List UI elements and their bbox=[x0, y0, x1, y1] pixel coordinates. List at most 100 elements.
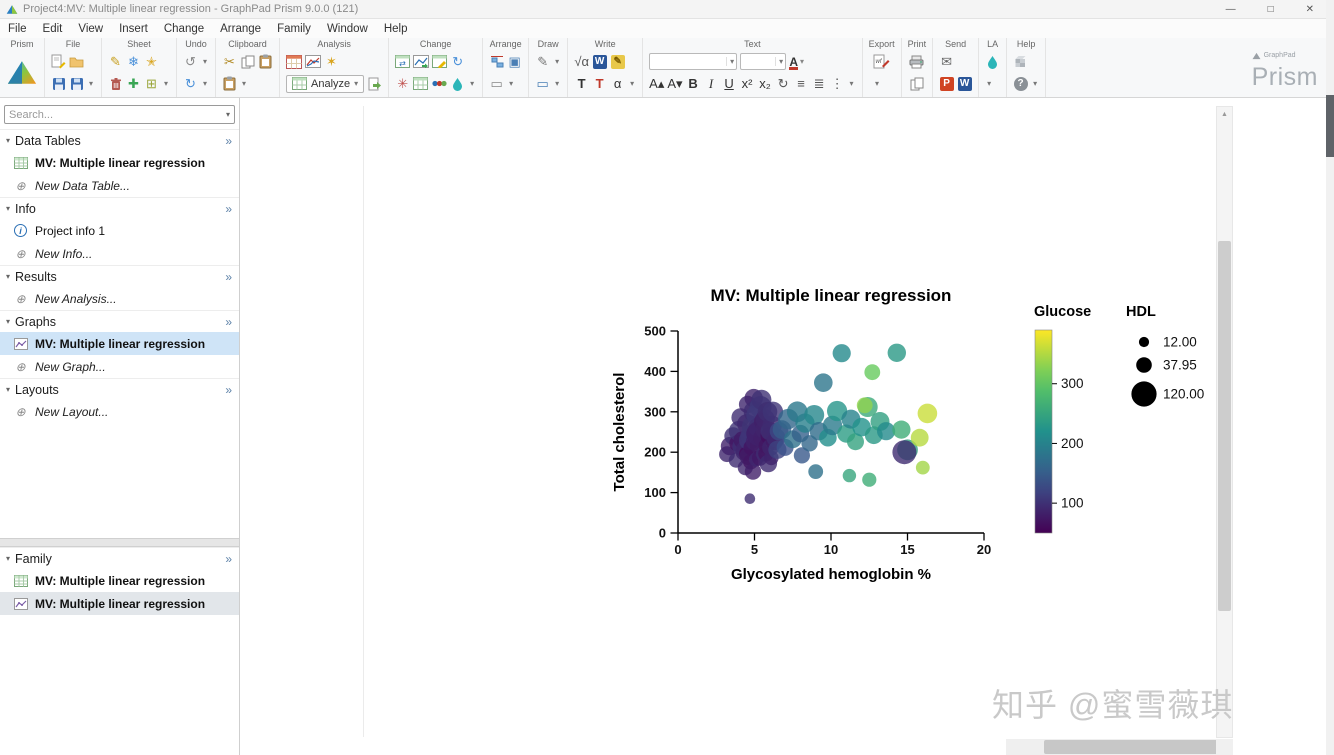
la-menu-icon[interactable]: ▾ bbox=[985, 74, 993, 93]
data-point[interactable] bbox=[744, 493, 756, 504]
family-splitter[interactable] bbox=[0, 538, 239, 547]
xy-analysis-icon[interactable] bbox=[305, 52, 321, 71]
text-box-icon[interactable]: T bbox=[592, 74, 607, 93]
symbols-icon[interactable] bbox=[431, 74, 447, 93]
maximize-button[interactable]: □ bbox=[1268, 4, 1274, 15]
analyze-button[interactable]: Analyze ▾ bbox=[286, 74, 365, 93]
labarchives-icon[interactable] bbox=[985, 52, 1000, 71]
draw-menu-icon[interactable]: ▾ bbox=[553, 52, 561, 71]
star-sheet-icon[interactable]: ✭ bbox=[144, 52, 159, 71]
exclude-sheet-icon[interactable]: ⊞ bbox=[144, 74, 159, 93]
sidebar-item[interactable]: ⊕ New Graph... bbox=[0, 355, 239, 378]
paste-icon[interactable] bbox=[258, 52, 273, 71]
powerpoint-icon[interactable]: P bbox=[939, 74, 954, 93]
collapse-icon[interactable]: ▾ bbox=[6, 136, 10, 145]
graph-svg[interactable]: 0 100 200 300 400 500 0 5 10 15 20 MV: Multiple lin… bbox=[598, 280, 1238, 610]
menu-family[interactable]: Family bbox=[269, 21, 319, 37]
draw-tool-icon[interactable]: ✎ bbox=[535, 52, 550, 71]
sidebar-section-layouts[interactable]: ▾ Layouts » bbox=[0, 378, 239, 400]
close-button[interactable]: ✕ bbox=[1306, 4, 1314, 15]
data-point[interactable] bbox=[832, 344, 851, 363]
increase-font-button[interactable]: A▴ bbox=[649, 74, 664, 93]
arrange-menu-icon[interactable]: ▾ bbox=[507, 74, 515, 93]
clipboard-menu-icon[interactable]: ▾ bbox=[240, 74, 248, 93]
collapse-icon[interactable]: ▾ bbox=[6, 385, 10, 394]
sidebar-item[interactable]: i Project info 1 bbox=[0, 219, 239, 242]
collapse-icon[interactable]: ▾ bbox=[6, 554, 10, 563]
sidebar-section-graphs[interactable]: ▾ Graphs » bbox=[0, 310, 239, 332]
collapse-icon[interactable]: ▾ bbox=[6, 317, 10, 326]
menu-help[interactable]: Help bbox=[376, 21, 416, 37]
email-icon[interactable]: ✉ bbox=[939, 52, 954, 71]
vertical-scroll-thumb[interactable] bbox=[1218, 241, 1231, 611]
sheet-menu-icon[interactable]: ▾ bbox=[162, 74, 170, 93]
font-color-button[interactable]: A ▾ bbox=[789, 52, 804, 71]
save-as-icon[interactable] bbox=[69, 74, 84, 93]
copy-icon[interactable] bbox=[240, 52, 255, 71]
write-menu-icon[interactable]: ▾ bbox=[628, 74, 636, 93]
search-input[interactable] bbox=[9, 108, 223, 121]
word-icon[interactable]: W bbox=[957, 74, 972, 93]
file-menu-icon[interactable]: ▾ bbox=[87, 74, 95, 93]
sidebar-item[interactable]: MV: Multiple linear regression bbox=[0, 592, 239, 615]
line-spacing-button[interactable]: ≣ bbox=[812, 74, 827, 93]
data-point[interactable] bbox=[910, 428, 929, 447]
text-tool-icon[interactable]: T bbox=[574, 74, 589, 93]
align-text-button[interactable]: ≡ bbox=[794, 74, 809, 93]
search-box[interactable]: ▾ bbox=[4, 105, 235, 124]
minimize-button[interactable]: — bbox=[1226, 4, 1236, 15]
export-icon[interactable]: wf bbox=[873, 52, 890, 71]
list-button[interactable]: ⋮ bbox=[830, 74, 845, 93]
expand-icon[interactable]: » bbox=[225, 134, 232, 148]
transpose-icon[interactable] bbox=[413, 74, 429, 93]
data-point[interactable] bbox=[864, 364, 881, 381]
collapse-icon[interactable]: ▾ bbox=[6, 272, 10, 281]
send-back-icon[interactable]: ▭ bbox=[489, 74, 504, 93]
rename-sheet-icon[interactable]: ✎ bbox=[108, 52, 123, 71]
new-file-icon[interactable] bbox=[51, 52, 66, 71]
superscript-button[interactable]: x² bbox=[740, 74, 755, 93]
horizontal-scrollbar[interactable] bbox=[1006, 739, 1233, 755]
menu-change[interactable]: Change bbox=[156, 21, 212, 37]
font-family-select[interactable]: ▾ bbox=[649, 53, 738, 70]
data-point[interactable] bbox=[917, 403, 938, 424]
data-point[interactable] bbox=[915, 460, 930, 475]
new-analysis-table-icon[interactable] bbox=[286, 52, 302, 71]
equation-icon[interactable]: √α bbox=[574, 52, 589, 71]
expand-icon[interactable]: » bbox=[225, 383, 232, 397]
menu-arrange[interactable]: Arrange bbox=[212, 21, 269, 37]
update-icon[interactable]: ↻ bbox=[450, 52, 465, 71]
sidebar-section-family[interactable]: ▾ Family » bbox=[0, 547, 239, 569]
edit-table-icon[interactable] bbox=[432, 52, 448, 71]
change-graph-type-icon[interactable] bbox=[413, 52, 430, 71]
page-scroll-thumb[interactable] bbox=[1326, 95, 1334, 157]
sidebar-item[interactable]: MV: Multiple linear regression bbox=[0, 151, 239, 174]
sidebar-section-results[interactable]: ▾ Results » bbox=[0, 265, 239, 287]
new-sheet-icon[interactable]: ✚ bbox=[126, 74, 141, 93]
color-scheme-icon[interactable] bbox=[450, 74, 465, 93]
help-icon[interactable]: ? bbox=[1013, 74, 1028, 93]
shape-tool-icon[interactable]: ▭ bbox=[535, 74, 550, 93]
word-export-icon[interactable]: W bbox=[592, 52, 607, 71]
prism-logo-icon[interactable] bbox=[6, 61, 38, 84]
expand-icon[interactable]: » bbox=[225, 552, 232, 566]
sidebar-section-info[interactable]: ▾ Info » bbox=[0, 197, 239, 219]
expand-icon[interactable]: » bbox=[225, 315, 232, 329]
data-point[interactable] bbox=[842, 468, 857, 483]
collapse-icon[interactable]: ▾ bbox=[6, 204, 10, 213]
align-objects-icon[interactable] bbox=[489, 52, 504, 71]
italic-button[interactable]: I bbox=[704, 74, 719, 93]
redo-menu-icon[interactable]: ▾ bbox=[201, 74, 209, 93]
menu-file[interactable]: File bbox=[0, 21, 35, 37]
group-objects-icon[interactable]: ▣ bbox=[507, 52, 522, 71]
data-point[interactable] bbox=[814, 373, 833, 392]
data-point[interactable] bbox=[887, 343, 906, 362]
expand-icon[interactable]: » bbox=[225, 202, 232, 216]
subscript-button[interactable]: x₂ bbox=[758, 74, 773, 93]
cut-icon[interactable]: ✂ bbox=[222, 52, 237, 71]
freeze-sheet-icon[interactable]: ❄ bbox=[126, 52, 141, 71]
greek-icon[interactable]: α bbox=[610, 74, 625, 93]
redo-icon[interactable]: ↻ bbox=[183, 74, 198, 93]
export-menu-icon[interactable]: ▾ bbox=[873, 74, 881, 93]
open-file-icon[interactable] bbox=[69, 52, 84, 71]
